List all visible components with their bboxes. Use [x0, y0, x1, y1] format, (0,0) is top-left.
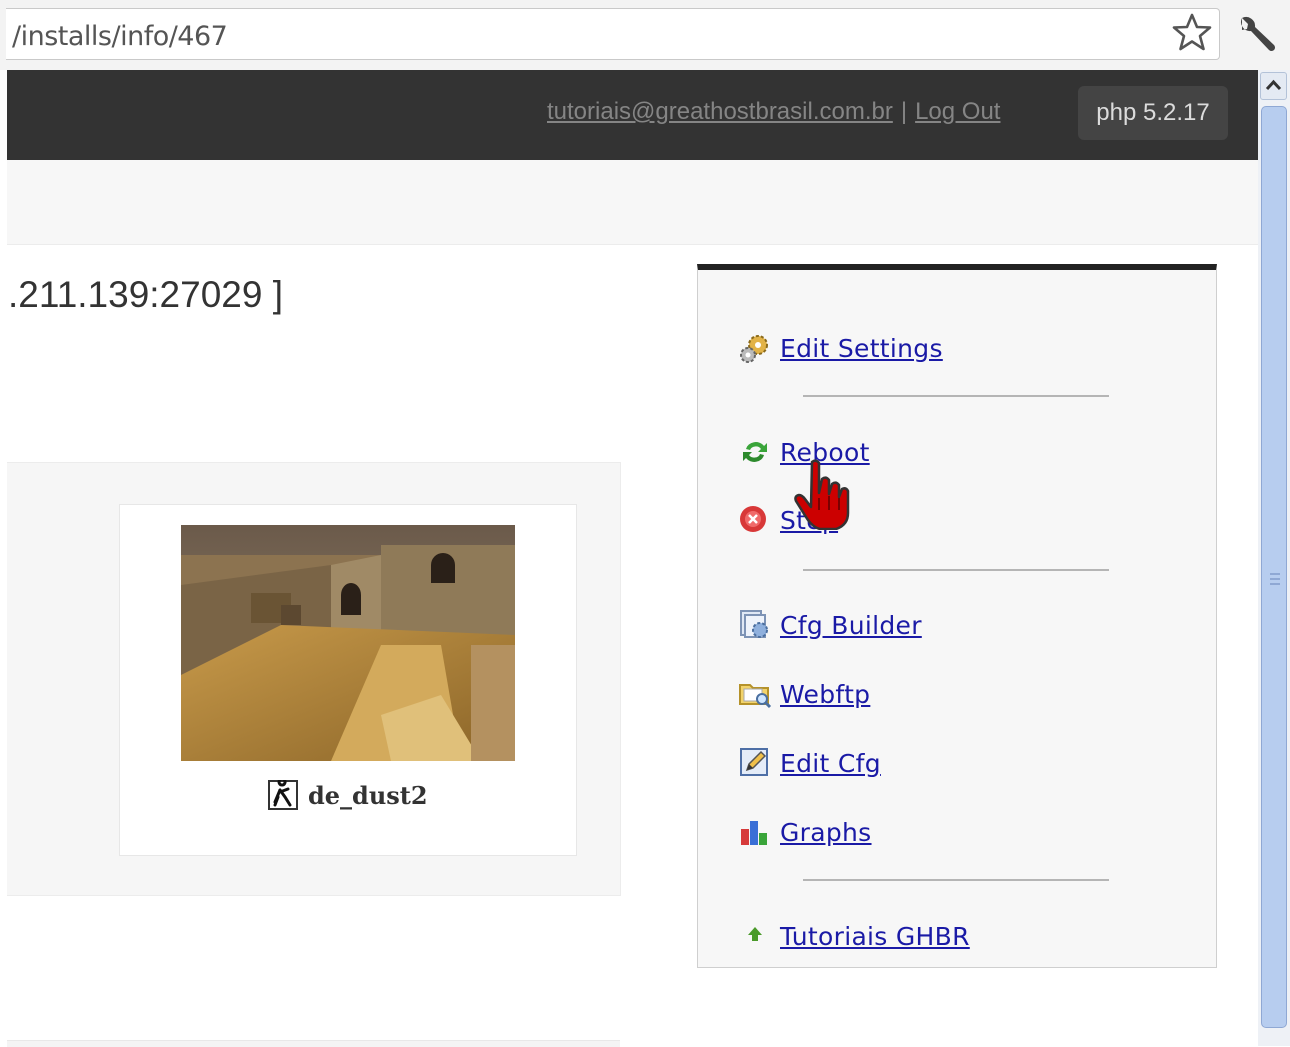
refresh-icon — [743, 442, 767, 462]
hand-cursor-icon — [794, 459, 850, 530]
scroll-thumb[interactable] — [1261, 106, 1287, 1028]
gears-icon — [740, 335, 768, 363]
tutoriais-item[interactable]: Tutoriais GHBR — [738, 918, 970, 954]
webftp-item[interactable]: Webftp — [738, 676, 870, 712]
link-separator: | — [900, 98, 908, 125]
user-links: tutoriais@greathostbrasil.com.br | Log Out — [547, 98, 1000, 126]
arrow-up-icon — [748, 927, 762, 941]
scroll-grip — [1270, 573, 1280, 585]
star-icon[interactable] — [1172, 12, 1212, 52]
counter-strike-icon — [268, 780, 298, 810]
map-preview-image — [181, 525, 515, 761]
url-text[interactable]: /installs/info/467 — [12, 21, 228, 52]
edit-document-icon — [740, 748, 768, 776]
subheader-band — [7, 160, 1258, 245]
server-title: .211.139:27029 ] — [8, 274, 284, 315]
stop-icon — [740, 506, 766, 532]
edit-settings-link[interactable]: Edit Settings — [780, 334, 943, 363]
graphs-link[interactable]: Graphs — [780, 818, 872, 847]
folder-search-icon — [739, 684, 772, 709]
map-section: de_dust2 — [7, 462, 621, 896]
menu-divider — [803, 879, 1109, 881]
browser-toolbar: /installs/info/467 — [0, 0, 1290, 70]
vertical-scrollbar[interactable] — [1258, 70, 1290, 1046]
map-card: de_dust2 — [119, 504, 577, 856]
map-name: de_dust2 — [308, 780, 428, 810]
wrench-icon[interactable] — [1236, 14, 1278, 54]
php-version-badge: php 5.2.17 — [1078, 86, 1228, 140]
address-bar[interactable]: /installs/info/467 — [6, 8, 1220, 60]
map-name-row: de_dust2 — [268, 778, 428, 812]
menu-divider — [803, 395, 1109, 397]
edit-cfg-link[interactable]: Edit Cfg — [780, 749, 881, 778]
menu-divider — [803, 569, 1109, 571]
user-email-link[interactable]: tutoriais@greathostbrasil.com.br — [547, 98, 893, 125]
chevron-up-icon — [1265, 79, 1282, 91]
webftp-link[interactable]: Webftp — [780, 680, 870, 709]
site-header: tutoriais@greathostbrasil.com.br | Log Out… — [7, 70, 1258, 160]
bar-chart-icon — [741, 821, 767, 845]
logout-link[interactable]: Log Out — [915, 98, 1000, 125]
cfg-builder-icon — [740, 610, 768, 638]
scroll-up-button[interactable] — [1260, 72, 1287, 100]
tutoriais-link[interactable]: Tutoriais GHBR — [780, 922, 970, 951]
cfg-builder-item[interactable]: Cfg Builder — [738, 607, 922, 643]
edit-cfg-item[interactable]: Edit Cfg — [738, 745, 881, 781]
cfg-builder-link[interactable]: Cfg Builder — [780, 611, 922, 640]
graphs-item[interactable]: Graphs — [738, 814, 872, 850]
server-actions-panel: Edit Settings Reboot Stop Cfg Builder — [697, 264, 1217, 968]
edit-settings-item[interactable]: Edit Settings — [738, 330, 943, 366]
